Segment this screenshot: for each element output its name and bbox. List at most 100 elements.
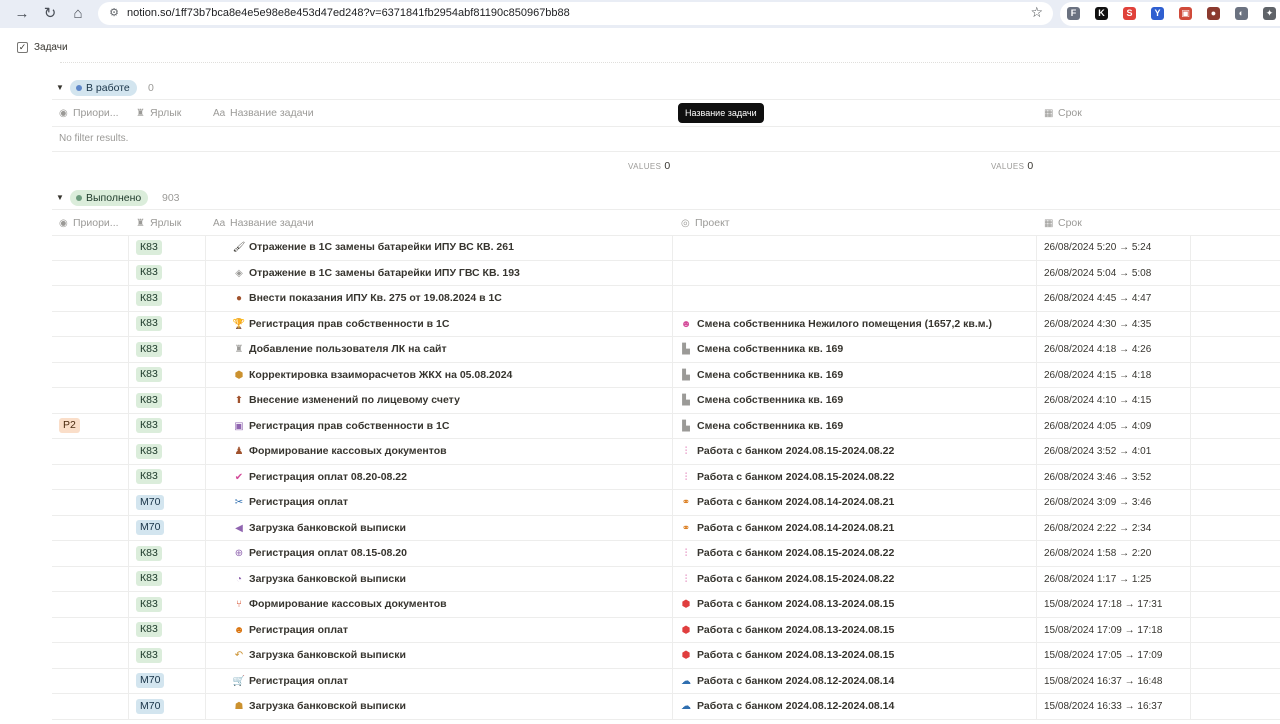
priority-cell[interactable] xyxy=(52,311,129,337)
priority-cell[interactable] xyxy=(52,286,129,312)
project-link[interactable]: Работа с банком 2024.08.13-2024.08.15 xyxy=(697,598,894,610)
bookmark-star-icon[interactable]: ☆ xyxy=(1030,4,1043,21)
table-row[interactable]: К83 ⑂ Формирование кассовых документов ⬢ Раб… xyxy=(52,592,1280,618)
date-cell[interactable]: 15/08/2024 16:33 → 16:37 xyxy=(1037,694,1191,720)
project-link[interactable]: Работа с банком 2024.08.12-2024.08.14 xyxy=(697,675,894,687)
site-settings-icon[interactable]: ⚙ xyxy=(107,6,121,20)
project-link[interactable]: Работа с банком 2024.08.15-2024.08.22 xyxy=(697,573,894,585)
task-name[interactable]: Регистрация оплат xyxy=(249,624,348,636)
project-cell[interactable]: ▙ Смена собственника кв. 169 xyxy=(673,337,1037,363)
project-link[interactable]: Работа с банком 2024.08.15-2024.08.22 xyxy=(697,471,894,483)
project-link[interactable]: Работа с банком 2024.08.12-2024.08.14 xyxy=(697,700,894,712)
tag-cell[interactable]: К83 xyxy=(129,592,206,618)
tag-cell[interactable]: К83 xyxy=(129,439,206,465)
tag-cell[interactable]: К83 xyxy=(129,566,206,592)
extension-icon[interactable]: F xyxy=(1067,7,1080,20)
priority-cell[interactable] xyxy=(52,388,129,414)
table-row[interactable]: К83 ♟ Формирование кассовых документов ⫶ Раб… xyxy=(52,439,1280,465)
project-link[interactable]: Смена собственника кв. 169 xyxy=(697,369,843,381)
priority-cell[interactable] xyxy=(52,362,129,388)
priority-cell[interactable] xyxy=(52,668,129,694)
project-cell[interactable]: ⚭ Работа с банком 2024.08.14-2024.08.21 xyxy=(673,490,1037,516)
tag-cell[interactable]: К83 xyxy=(129,413,206,439)
date-cell[interactable]: 26/08/2024 3:09 → 3:46 xyxy=(1037,490,1191,516)
table-row[interactable]: М70 🛒 Регистрация оплат ☁ Работа с банком 20… xyxy=(52,668,1280,694)
table-row[interactable]: М70 ☗ Загрузка банковской выписки ☁ Работа с… xyxy=(52,694,1280,720)
home-icon[interactable]: ⌂ xyxy=(68,4,88,24)
task-name-cell[interactable]: ⊕ Регистрация оплат 08.15-08.20 xyxy=(206,541,673,567)
project-cell[interactable]: ☁ Работа с банком 2024.08.12-2024.08.14 xyxy=(673,694,1037,720)
project-cell[interactable]: ⚭ Работа с банком 2024.08.14-2024.08.21 xyxy=(673,515,1037,541)
priority-cell[interactable] xyxy=(52,541,129,567)
date-cell[interactable]: 26/08/2024 1:58 → 2:20 xyxy=(1037,541,1191,567)
task-name-cell[interactable]: 🛒 Регистрация оплат xyxy=(206,668,673,694)
extension-icon[interactable]: ● xyxy=(1207,7,1220,20)
task-name-cell[interactable]: ⬆ Внесение изменений по лицевому счету xyxy=(206,388,673,414)
forward-icon[interactable]: → xyxy=(12,4,32,24)
tag-cell[interactable]: К83 xyxy=(129,388,206,414)
tag-cell[interactable]: М70 xyxy=(129,515,206,541)
task-name[interactable]: Регистрация оплат 08.20-08.22 xyxy=(249,471,407,483)
date-cell[interactable]: 26/08/2024 4:10 → 4:15 xyxy=(1037,388,1191,414)
table-row[interactable]: К83 ⬢ Корректировка взаиморасчетов ЖКХ на … xyxy=(52,362,1280,388)
project-cell[interactable]: ⬢ Работа с банком 2024.08.13-2024.08.15 xyxy=(673,643,1037,669)
project-link[interactable]: Работа с банком 2024.08.13-2024.08.15 xyxy=(697,624,894,636)
column-header-priority[interactable]: ◉ Приори... xyxy=(59,107,119,133)
task-name[interactable]: Отражение в 1С замены батарейки ИПУ ВС К… xyxy=(249,241,514,253)
project-link[interactable]: Работа с банком 2024.08.14-2024.08.21 xyxy=(697,496,894,508)
project-link[interactable]: Смена собственника кв. 169 xyxy=(697,343,843,355)
task-name[interactable]: Регистрация оплат 08.15-08.20 xyxy=(249,547,407,559)
tag-cell[interactable]: К83 xyxy=(129,464,206,490)
table-row[interactable]: К83 ⊕ Регистрация оплат 08.15-08.20 ⫶ Работа… xyxy=(52,541,1280,567)
task-name[interactable]: Загрузка банковской выписки xyxy=(249,573,406,585)
table-row[interactable]: P2 К83 ▣ Регистрация прав собственности в 1… xyxy=(52,413,1280,439)
extension-icon[interactable]: ▣ xyxy=(1179,7,1192,20)
priority-cell[interactable]: P2 xyxy=(52,413,129,439)
task-name[interactable]: Загрузка банковской выписки xyxy=(249,522,406,534)
table-row[interactable]: К83 ☻ Регистрация оплат ⬢ Работа с банком 20… xyxy=(52,617,1280,643)
url-text[interactable]: notion.so/1ff73b7bca8e4e5e98e8e453d47ed2… xyxy=(127,7,570,19)
task-name[interactable]: Регистрация оплат xyxy=(249,675,348,687)
caret-down-icon[interactable]: ▼ xyxy=(56,193,64,202)
task-name-cell[interactable]: ◔ Загрузка банковской выписки xyxy=(206,566,673,592)
priority-cell[interactable] xyxy=(52,464,129,490)
tag-cell[interactable]: К83 xyxy=(129,337,206,363)
caret-down-icon[interactable]: ▼ xyxy=(56,83,64,92)
task-name-cell[interactable]: ⑂ Формирование кассовых документов xyxy=(206,592,673,618)
priority-cell[interactable] xyxy=(52,490,129,516)
extension-icon[interactable]: S xyxy=(1123,7,1136,20)
task-name[interactable]: Загрузка банковской выписки xyxy=(249,700,406,712)
tag-cell[interactable]: К83 xyxy=(129,235,206,261)
task-name[interactable]: Корректировка взаиморасчетов ЖКХ на 05.0… xyxy=(249,369,512,381)
extension-icon[interactable]: ✦ xyxy=(1263,7,1276,20)
task-name[interactable]: Регистрация оплат xyxy=(249,496,348,508)
table-row[interactable]: К83 ● Внести показания ИПУ Кв. 275 от 19.0… xyxy=(52,286,1280,312)
priority-cell[interactable] xyxy=(52,515,129,541)
extension-icon[interactable]: Y xyxy=(1151,7,1164,20)
task-name[interactable]: Внести показания ИПУ Кв. 275 от 19.08.20… xyxy=(249,292,502,304)
date-cell[interactable]: 26/08/2024 4:18 → 4:26 xyxy=(1037,337,1191,363)
reload-icon[interactable]: ↻ xyxy=(40,4,60,24)
date-cell[interactable]: 26/08/2024 4:30 → 4:35 xyxy=(1037,311,1191,337)
column-header-name[interactable]: Aa Название задачи xyxy=(213,107,314,133)
tag-cell[interactable]: М70 xyxy=(129,490,206,516)
task-name[interactable]: Загрузка банковской выписки xyxy=(249,649,406,661)
task-name[interactable]: Отражение в 1С замены батарейки ИПУ ГВС … xyxy=(249,267,520,279)
priority-cell[interactable] xyxy=(52,643,129,669)
task-name[interactable]: Формирование кассовых документов xyxy=(249,445,447,457)
date-cell[interactable]: 26/08/2024 4:05 → 4:09 xyxy=(1037,413,1191,439)
project-link[interactable]: Работа с банком 2024.08.13-2024.08.15 xyxy=(697,649,894,661)
priority-cell[interactable] xyxy=(52,617,129,643)
priority-cell[interactable] xyxy=(52,337,129,363)
project-link[interactable]: Работа с банком 2024.08.14-2024.08.21 xyxy=(697,522,894,534)
project-link[interactable]: Смена собственника Нежилого помещения (1… xyxy=(697,318,992,330)
tag-cell[interactable]: М70 xyxy=(129,668,206,694)
tag-cell[interactable]: К83 xyxy=(129,286,206,312)
project-cell[interactable]: ☻ Смена собственника Нежилого помещения (… xyxy=(673,311,1037,337)
task-name-cell[interactable]: ♟ Формирование кассовых документов xyxy=(206,439,673,465)
project-cell[interactable]: ▙ Смена собственника кв. 169 xyxy=(673,413,1037,439)
table-row[interactable]: К83 🏆 Регистрация прав собственности в 1С ☻… xyxy=(52,311,1280,337)
calculation-values-date[interactable]: VALUES 0 xyxy=(991,160,1033,172)
priority-cell[interactable] xyxy=(52,566,129,592)
date-cell[interactable]: 26/08/2024 4:45 → 4:47 xyxy=(1037,286,1191,312)
